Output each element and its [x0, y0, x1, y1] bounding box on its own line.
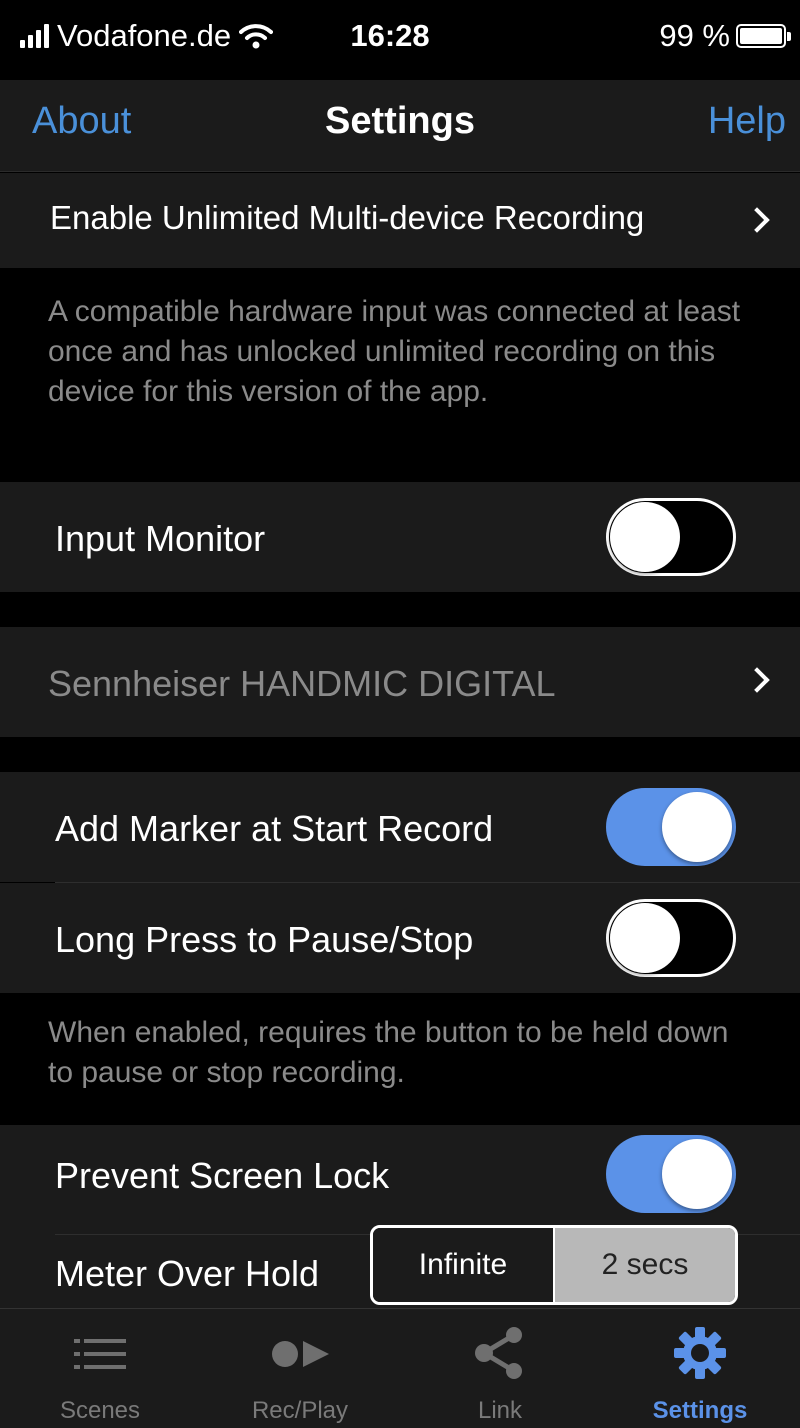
tab-label: Rec/Play [251, 1397, 349, 1424]
battery-icon [736, 24, 791, 48]
tab-scenes[interactable]: Scenes [0, 1309, 200, 1428]
rec-play-icon [272, 1341, 329, 1367]
toggle-knob [662, 792, 732, 862]
tab-label: Link [477, 1397, 523, 1424]
input-monitor-label: Input Monitor [55, 518, 266, 559]
long-press-description: When enabled, requires the button to be … [0, 993, 800, 1125]
long-press-toggle[interactable] [606, 899, 736, 977]
tab-link[interactable]: Link [400, 1309, 600, 1428]
list-icon [74, 1339, 126, 1369]
chevron-right-icon [744, 207, 770, 233]
unlimited-recording-row[interactable]: Enable Unlimited Multi-device Recording [0, 173, 800, 268]
toggle-knob [610, 502, 680, 572]
add-marker-label: Add Marker at Start Record [55, 808, 494, 849]
tab-label: Settings [652, 1397, 748, 1424]
input-monitor-toggle[interactable] [606, 498, 736, 576]
long-press-label: Long Press to Pause/Stop [55, 919, 474, 960]
input-monitor-row: Input Monitor [0, 482, 800, 592]
meter-hold-segmented-control[interactable]: Infinite 2 secs [370, 1225, 738, 1305]
tab-settings[interactable]: Settings [600, 1309, 800, 1428]
chevron-right-icon [744, 667, 770, 693]
status-bar: Vodafone.de 16:28 99 % [0, 0, 800, 80]
help-button[interactable]: Help [708, 100, 786, 143]
toggle-knob [662, 1139, 732, 1209]
tab-rec-play[interactable]: Rec/Play [200, 1309, 400, 1428]
status-right: 99 % [659, 18, 791, 54]
page-title: Settings [325, 100, 475, 142]
gear-icon [674, 1327, 726, 1379]
tab-label: Scenes [59, 1397, 141, 1424]
tab-bar: Scenes Rec/Play Link Settings [0, 1308, 800, 1428]
segment-infinite[interactable]: Infinite [373, 1228, 555, 1302]
meter-hold-label: Meter Over Hold [55, 1253, 320, 1294]
unlimited-recording-label: Enable Unlimited Multi-device Recording [50, 199, 645, 236]
add-marker-row: Add Marker at Start Record [0, 772, 800, 882]
battery-percent: 99 % [659, 18, 730, 53]
prevent-lock-toggle[interactable] [606, 1135, 736, 1213]
segment-2-secs[interactable]: 2 secs [555, 1228, 735, 1302]
toggle-knob [610, 903, 680, 973]
prevent-lock-label: Prevent Screen Lock [55, 1155, 390, 1196]
input-device-label: Sennheiser HANDMIC DIGITAL [48, 663, 556, 704]
nav-bar: About Settings Help [0, 80, 800, 172]
input-device-row[interactable]: Sennheiser HANDMIC DIGITAL [0, 627, 800, 737]
long-press-row: Long Press to Pause/Stop [0, 883, 800, 993]
share-icon [475, 1327, 522, 1379]
add-marker-toggle[interactable] [606, 788, 736, 866]
unlimited-description: A compatible hardware input was connecte… [0, 268, 800, 482]
